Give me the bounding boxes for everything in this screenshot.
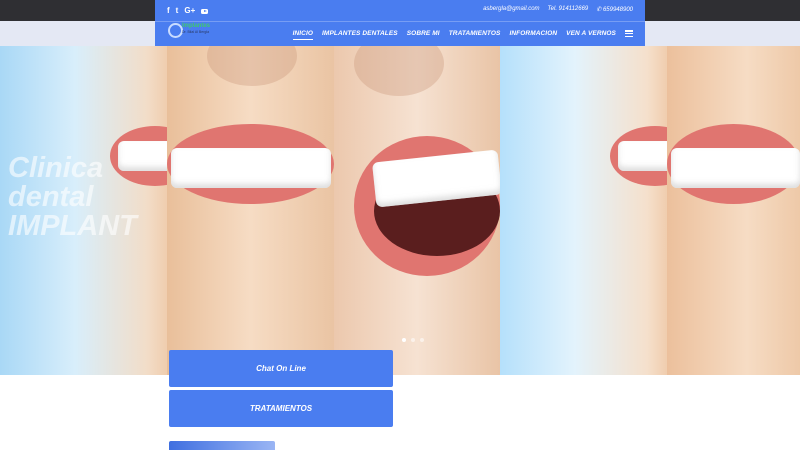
nose-shape <box>207 46 297 86</box>
facebook-icon[interactable]: f <box>167 6 170 15</box>
slider-dots <box>402 338 424 342</box>
slider-dot[interactable] <box>420 338 424 342</box>
hero-title-line: Clinica <box>8 152 104 184</box>
google-plus-icon[interactable]: G+ <box>184 6 195 15</box>
hero-title: Clinica dental IMPLANT <box>8 154 137 241</box>
nav-item-informacion[interactable]: INFORMACION <box>509 30 557 37</box>
nav-item-ven-a-vernos[interactable]: VEN A VERNOS <box>566 30 616 37</box>
nose-shape <box>354 46 444 96</box>
teeth-shape <box>618 141 667 171</box>
hero-image-panel <box>667 46 800 375</box>
phone-number[interactable]: Tel. 914112669 <box>548 6 589 13</box>
hero-image-panel <box>500 46 667 375</box>
mobile-number[interactable]: ✆ 659948900 <box>596 6 633 13</box>
logo-name: Implantes <box>182 23 211 29</box>
chat-online-button[interactable]: Chat On Line <box>169 350 393 387</box>
logo-ring-icon <box>168 23 183 38</box>
treatment-card-image[interactable] <box>169 441 275 450</box>
youtube-icon[interactable] <box>201 8 209 14</box>
hero-title-line: IMPLANT <box>8 210 137 242</box>
email-link[interactable]: asbergla@gmail.com <box>483 6 539 13</box>
site-header: f t G+ asbergla@gmail.com Tel. 914112669… <box>155 0 645 46</box>
slider-dot[interactable] <box>402 338 406 342</box>
nav-item-tratamientos[interactable]: TRATAMIENTOS <box>449 30 501 37</box>
hero-image-panel <box>167 46 334 375</box>
twitter-icon[interactable]: t <box>176 6 179 15</box>
teeth-shape <box>171 148 331 188</box>
nav-item-sobre-mi[interactable]: SOBRE MI <box>407 30 440 37</box>
hero-title-line: dental <box>8 181 94 213</box>
hamburger-menu-icon[interactable] <box>625 30 633 37</box>
nav-item-inicio[interactable]: INICIO <box>292 30 314 40</box>
site-logo[interactable]: Implantes Dr. Bilal Al Bergla <box>168 23 220 39</box>
hero-image-panel <box>334 46 500 375</box>
main-nav: INICIO IMPLANTES DENTALES SOBRE MI TRATA… <box>292 30 633 40</box>
teeth-shape <box>671 148 800 188</box>
hero-slider: Clinica dental IMPLANT <box>0 46 800 375</box>
social-links: f t G+ <box>167 6 209 15</box>
nav-item-implantes-dentales[interactable]: IMPLANTES DENTALES <box>322 30 398 37</box>
contact-info: asbergla@gmail.com Tel. 914112669 ✆ 6599… <box>483 6 633 13</box>
logo-subtitle: Dr. Bilal Al Bergla <box>182 30 210 34</box>
header-divider <box>155 21 645 22</box>
slider-dot[interactable] <box>411 338 415 342</box>
tratamientos-button[interactable]: TRATAMIENTOS <box>169 390 393 427</box>
